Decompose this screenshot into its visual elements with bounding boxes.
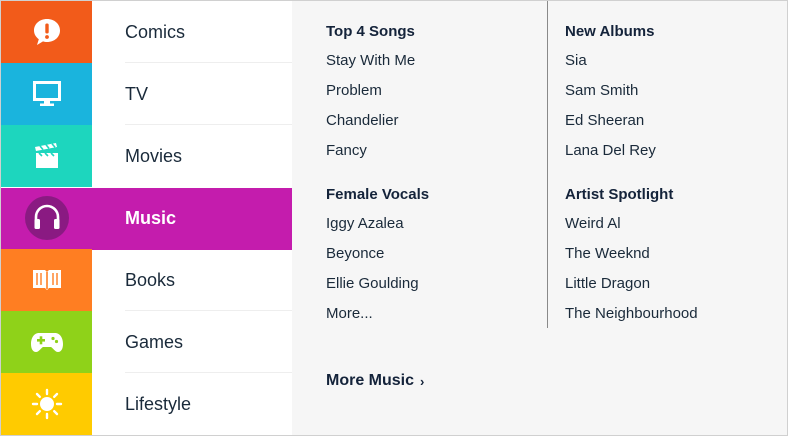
link-spotlight-artist[interactable]: The Weeknd [565,245,650,262]
section-title-artist-spotlight: Artist Spotlight [565,186,674,203]
category-tile-comics[interactable] [1,1,92,63]
headphones-icon [24,196,69,240]
category-label: Movies [125,145,183,166]
category-item-games[interactable]: Games [92,311,292,373]
mega-menu: Comics TV Movies Music Books Games Lifes… [0,0,788,436]
category-label: Books [125,269,176,290]
section-title-top-songs: Top 4 Songs [326,23,415,40]
chevron-right-icon: › [420,373,425,389]
monitor-icon [32,81,61,106]
link-spotlight-artist[interactable]: Little Dragon [565,275,650,292]
sun-icon [31,388,62,420]
link-artist[interactable]: Iggy Azalea [326,215,404,232]
link-song[interactable]: Fancy [326,142,367,159]
category-tile-movies[interactable] [1,125,92,187]
more-music-link[interactable]: More Music › [326,372,424,390]
category-tile-games[interactable] [1,311,92,373]
category-label: Games [125,331,184,352]
category-item-comics[interactable]: Comics [92,1,292,63]
more-music-label: More Music [326,372,415,389]
link-album[interactable]: Lana Del Rey [565,142,656,159]
category-item-movies[interactable]: Movies [92,125,292,187]
clapperboard-icon [34,143,58,168]
link-spotlight-artist[interactable]: The Neighbourhood [565,305,698,322]
category-tile-books[interactable] [1,249,92,311]
section-title-new-albums: New Albums [565,23,655,40]
category-tile-lifestyle[interactable] [1,373,92,435]
link-artist[interactable]: Ellie Goulding [326,275,419,292]
category-label: Music [125,207,177,228]
link-song[interactable]: Chandelier [326,112,399,129]
link-artist[interactable]: Beyonce [326,245,384,262]
link-album[interactable]: Sia [565,52,587,69]
category-item-lifestyle[interactable]: Lifestyle [92,373,292,435]
link-song[interactable]: Stay With Me [326,52,415,69]
link-more-female-vocals[interactable]: More... [326,305,373,322]
category-list: Comics TV Movies Music Books Games Lifes… [92,1,292,435]
section-title-female-vocals: Female Vocals [326,186,430,203]
category-item-music[interactable]: Music [92,187,292,249]
category-label: Comics [125,21,186,42]
category-label: Lifestyle [125,393,192,414]
category-tile-tv[interactable] [1,63,92,125]
gamepad-icon [30,333,63,352]
speech-bubble-alert-icon [33,19,60,45]
category-label: TV [125,83,149,104]
link-spotlight-artist[interactable]: Weird Al [565,215,621,232]
column-divider [547,1,548,328]
category-icon-column [1,1,92,435]
category-tile-music[interactable] [1,187,92,249]
link-album[interactable]: Sam Smith [565,82,638,99]
category-item-books[interactable]: Books [92,249,292,311]
open-book-icon [32,270,61,290]
music-submenu-panel: Top 4 Songs Stay With Me Problem Chandel… [292,1,787,435]
category-item-tv[interactable]: TV [92,63,292,125]
link-album[interactable]: Ed Sheeran [565,112,644,129]
link-song[interactable]: Problem [326,82,382,99]
